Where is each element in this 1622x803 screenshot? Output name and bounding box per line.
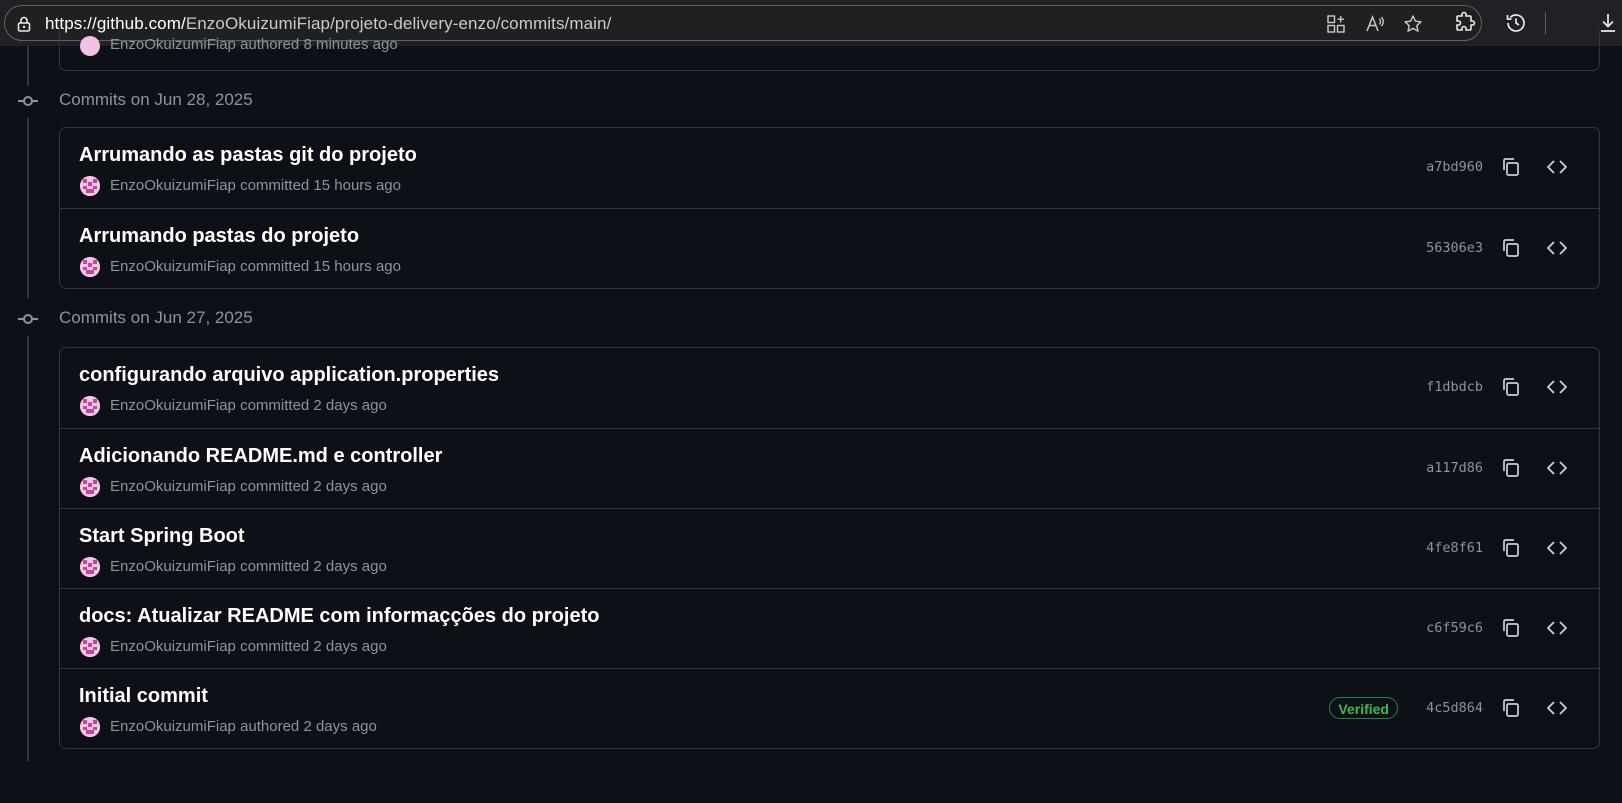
- timeline-line: [27, 46, 29, 86]
- commit-meta: EnzoOkuizumiFiap committed 15 hours ago: [110, 258, 401, 275]
- commit-time: 2 days ago: [313, 558, 387, 575]
- avatar[interactable]: [80, 477, 100, 497]
- commit-action: committed: [240, 177, 310, 194]
- commit-author[interactable]: EnzoOkuizumiFiap: [110, 558, 236, 575]
- commit-author[interactable]: EnzoOkuizumiFiap: [110, 258, 236, 275]
- commit-list-partial: EnzoOkuizumiFiap authored 8 minutes ago: [59, 30, 1600, 71]
- commit-author[interactable]: EnzoOkuizumiFiap: [110, 478, 236, 495]
- identicon-icon: [80, 477, 100, 497]
- commit-meta: EnzoOkuizumiFiap committed 2 days ago: [110, 397, 387, 414]
- identicon-icon: [80, 637, 100, 657]
- commit-time: 2 days ago: [313, 638, 387, 655]
- commit-row: docs: Atualizar README com informaçções …: [60, 588, 1599, 668]
- commit-message[interactable]: Initial commit: [79, 685, 208, 708]
- commit-row: Initial commit EnzoOkuizumiFiap authored…: [60, 668, 1599, 748]
- commit-group-date: Commits on Jun 28, 2025: [59, 90, 253, 109]
- commit-author[interactable]: EnzoOkuizumiFiap: [110, 718, 236, 735]
- lock-icon[interactable]: [15, 15, 33, 33]
- commit-sha[interactable]: c6f59c6: [1426, 620, 1483, 636]
- commit-sha[interactable]: a117d86: [1426, 460, 1483, 476]
- git-commit-icon: [18, 96, 38, 106]
- commit-sha[interactable]: f1dbdcb: [1426, 379, 1483, 395]
- commit-meta: EnzoOkuizumiFiap committed 2 days ago: [110, 558, 387, 575]
- commit-meta: EnzoOkuizumiFiap committed 2 days ago: [110, 638, 387, 655]
- identicon-icon: [80, 176, 100, 196]
- copy-sha-icon[interactable]: [1499, 155, 1523, 179]
- commit-action: committed: [240, 478, 310, 495]
- browse-code-icon[interactable]: [1545, 696, 1569, 720]
- identicon-icon: [80, 557, 100, 577]
- commit-author[interactable]: EnzoOkuizumiFiap: [110, 36, 236, 53]
- avatar[interactable]: [80, 36, 100, 56]
- commit-message[interactable]: Adicionando README.md e controller: [79, 445, 442, 468]
- browse-code-icon[interactable]: [1545, 616, 1569, 640]
- identicon-icon: [80, 257, 100, 277]
- copy-sha-icon[interactable]: [1499, 236, 1523, 260]
- copy-sha-icon[interactable]: [1499, 696, 1523, 720]
- commit-time: 2 days ago: [313, 397, 387, 414]
- copy-sha-icon[interactable]: [1499, 536, 1523, 560]
- downloads-icon[interactable]: [1598, 11, 1618, 35]
- commit-message[interactable]: Start Spring Boot: [79, 525, 245, 548]
- commit-message[interactable]: docs: Atualizar README com informaçções …: [79, 605, 599, 628]
- avatar[interactable]: [80, 717, 100, 737]
- commit-action: committed: [240, 258, 310, 275]
- browse-code-icon[interactable]: [1545, 236, 1569, 260]
- commit-sha[interactable]: 4fe8f61: [1426, 540, 1483, 556]
- commit-list: configurando arquivo application.propert…: [59, 347, 1600, 749]
- commit-meta: EnzoOkuizumiFiap authored 8 minutes ago: [110, 36, 398, 53]
- commit-sha[interactable]: 56306e3: [1426, 240, 1483, 256]
- copy-sha-icon[interactable]: [1499, 616, 1523, 640]
- git-commit-icon: [18, 314, 38, 324]
- commit-row: Arrumando pastas do projeto EnzoOkuizumi…: [60, 208, 1599, 288]
- commit-time: 15 hours ago: [313, 177, 401, 194]
- avatar[interactable]: [80, 396, 100, 416]
- avatar[interactable]: [80, 257, 100, 277]
- commit-sha[interactable]: a7bd960: [1426, 159, 1483, 175]
- commit-time: 2 days ago: [303, 718, 377, 735]
- commit-row: configurando arquivo application.propert…: [60, 348, 1599, 428]
- commit-meta: EnzoOkuizumiFiap authored 2 days ago: [110, 718, 377, 735]
- timeline-line: [27, 118, 29, 298]
- commit-message[interactable]: configurando arquivo application.propert…: [79, 364, 499, 387]
- avatar[interactable]: [80, 637, 100, 657]
- commit-meta: EnzoOkuizumiFiap committed 2 days ago: [110, 478, 387, 495]
- commit-list: Arrumando as pastas git do projeto EnzoO…: [59, 127, 1600, 289]
- browse-code-icon[interactable]: [1545, 375, 1569, 399]
- commit-row: Adicionando README.md e controller EnzoO…: [60, 428, 1599, 508]
- commit-sha[interactable]: 4c5d864: [1426, 700, 1483, 716]
- commit-group-date: Commits on Jun 27, 2025: [59, 308, 253, 327]
- commit-row: Start Spring Boot EnzoOkuizumiFiap commi…: [60, 508, 1599, 588]
- commit-message[interactable]: Arrumando as pastas git do projeto: [79, 144, 417, 167]
- identicon-icon: [80, 717, 100, 737]
- timeline-line: [27, 336, 29, 761]
- commit-action: authored: [240, 718, 300, 735]
- avatar[interactable]: [80, 176, 100, 196]
- commit-row: Arrumando as pastas git do projeto EnzoO…: [60, 128, 1599, 208]
- avatar[interactable]: [80, 557, 100, 577]
- commit-time: 15 hours ago: [313, 258, 401, 275]
- copy-sha-icon[interactable]: [1499, 456, 1523, 480]
- commit-action: committed: [240, 638, 310, 655]
- identicon-icon: [80, 396, 100, 416]
- commit-meta: EnzoOkuizumiFiap committed 15 hours ago: [110, 177, 401, 194]
- browse-code-icon[interactable]: [1545, 536, 1569, 560]
- browse-code-icon[interactable]: [1545, 456, 1569, 480]
- commit-author[interactable]: EnzoOkuizumiFiap: [110, 397, 236, 414]
- commit-action: authored: [240, 36, 300, 53]
- commit-action: committed: [240, 397, 310, 414]
- commit-message[interactable]: Arrumando pastas do projeto: [79, 225, 359, 248]
- browse-code-icon[interactable]: [1545, 155, 1569, 179]
- verified-badge[interactable]: Verified: [1329, 697, 1398, 719]
- commit-author[interactable]: EnzoOkuizumiFiap: [110, 177, 236, 194]
- copy-sha-icon[interactable]: [1499, 375, 1523, 399]
- commit-author[interactable]: EnzoOkuizumiFiap: [110, 638, 236, 655]
- commit-action: committed: [240, 558, 310, 575]
- commit-time: 2 days ago: [313, 478, 387, 495]
- commit-time: 8 minutes ago: [303, 36, 398, 53]
